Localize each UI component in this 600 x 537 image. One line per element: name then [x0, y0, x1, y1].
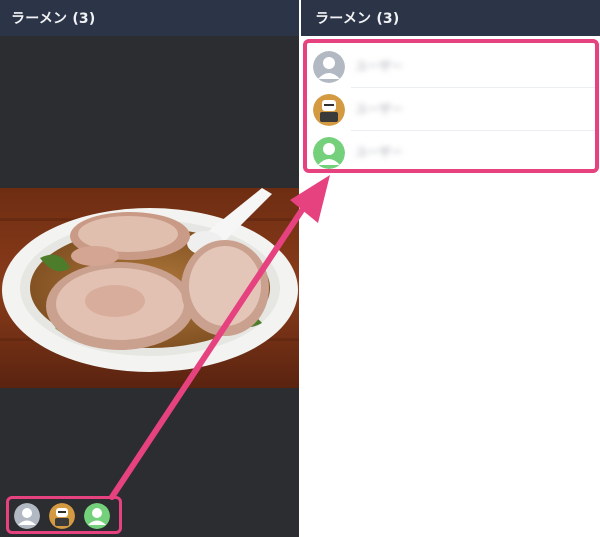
member-name: ユーザー — [355, 145, 403, 159]
ramen-photo[interactable] — [0, 188, 299, 388]
default-person-avatar-icon[interactable] — [84, 503, 110, 529]
chat-title[interactable]: ラーメン (3) — [315, 8, 399, 28]
default-person-avatar-icon — [313, 51, 345, 83]
screenshot-stage: ラーメン (3) ラーメン (3) ユーザー ユーザー ユーザー — [0, 0, 600, 537]
character-avatar-icon — [313, 94, 345, 126]
member-name: ユーザー — [355, 102, 403, 116]
member-name: ユーザー — [355, 59, 403, 73]
default-person-avatar-icon — [313, 137, 345, 169]
read-by-header: ラーメン (3) — [301, 0, 600, 36]
character-avatar-icon[interactable] — [49, 503, 75, 529]
member-row[interactable]: ユーザー — [307, 88, 595, 131]
chat-title[interactable]: ラーメン (3) — [11, 8, 95, 28]
read-by-avatars-highlight[interactable] — [6, 496, 122, 534]
member-row[interactable]: ユーザー — [307, 131, 595, 174]
photo-viewer-header: ラーメン (3) — [0, 0, 299, 36]
read-by-list-panel: ラーメン (3) ユーザー ユーザー ユーザー — [301, 0, 600, 537]
photo-viewer-panel: ラーメン (3) — [0, 0, 299, 537]
member-list-highlight: ユーザー ユーザー ユーザー — [303, 39, 599, 173]
default-person-avatar-icon[interactable] — [14, 503, 40, 529]
member-row[interactable]: ユーザー — [307, 45, 595, 88]
